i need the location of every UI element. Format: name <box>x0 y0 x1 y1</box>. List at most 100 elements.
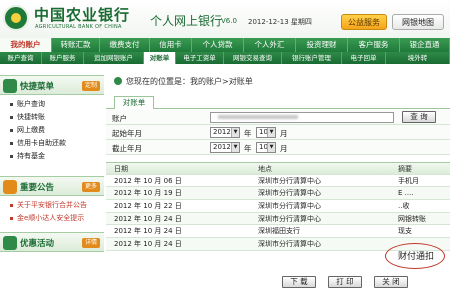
bank-name-en: AGRICULTURAL BANK OF CHINA <box>35 24 122 30</box>
cell-summary: ..收 <box>398 202 410 211</box>
gift-icon <box>3 236 17 250</box>
date-label: 2012-12-13 星期四 <box>248 18 312 26</box>
subnav-account-query[interactable]: 账户查询 <box>0 52 42 64</box>
subnav-e-receipt[interactable]: 电子回单 <box>342 52 386 64</box>
start-row: 起始年月 2012 ▼ 年 10 ▼ 月 <box>106 125 450 140</box>
col-summary: 摘要 <box>398 165 412 173</box>
month-unit: 月 <box>280 129 288 138</box>
notice-title: 重要公告 <box>20 183 55 193</box>
subnav-trade-query[interactable]: 网银交易查询 <box>224 52 282 64</box>
customize-button[interactable]: 定制 <box>81 81 100 91</box>
sitemap-button[interactable]: 网银地图 <box>392 14 444 30</box>
end-year-select[interactable]: 2012 ▼ <box>210 142 240 153</box>
cell-location: 深圳市分行清算中心 <box>258 176 321 185</box>
lightning-icon <box>3 79 17 93</box>
cell-date: 2012 年 10 月 06 日 <box>114 176 182 185</box>
cell-location: 深圳福田支行 <box>258 227 300 236</box>
subnav-account-service[interactable]: 账户服务 <box>42 52 84 64</box>
year-unit: 年 <box>244 144 252 153</box>
bank-name: 中国农业银行 <box>34 6 131 24</box>
chevron-down-icon: ▼ <box>267 128 275 137</box>
print-button[interactable]: 打 印 <box>328 276 362 288</box>
page-title: 个人网上银行 <box>150 14 223 28</box>
subnav-payslip[interactable]: 电子工资单 <box>176 52 224 64</box>
nav-loans[interactable]: 个人贷款 <box>192 38 244 52</box>
year-unit: 年 <box>244 129 252 138</box>
end-row: 截止年月 2012 ▼ 年 10 ▼ 月 <box>106 140 450 155</box>
cell-date: 2012 年 10 月 24 日 <box>114 214 182 223</box>
nav-payment[interactable]: 缴费支付 <box>100 38 150 52</box>
chevron-down-icon: ▼ <box>267 143 275 152</box>
promo-title: 优惠活动 <box>20 239 55 249</box>
masked-account <box>218 115 298 119</box>
subnav-bank-account-mgmt[interactable]: 银行账户管理 <box>282 52 342 64</box>
close-button[interactable]: 关 闭 <box>374 276 408 288</box>
statement-table: 日期 地点 摘要 2012 年 10 月 06 日 深圳市分行清算中心 手机月 … <box>106 162 450 251</box>
cell-location: 深圳市分行清算中心 <box>258 202 321 211</box>
table-row[interactable]: 2012 年 10 月 24 日 深圳市分行清算中心 网银转账 <box>106 212 450 226</box>
cell-date: 2012 年 10 月 24 日 <box>114 240 182 249</box>
main-content: 您现在的位置是：我的账户>对账单 对账单 账户 查 询 起始年月 2012 ▼ 年… <box>106 64 450 296</box>
promo-header: 优惠活动 详情 <box>0 232 104 252</box>
quick-item-funds[interactable]: 持有基金 <box>10 150 66 163</box>
notice-item[interactable]: 关于平安银行合并公告 <box>10 199 87 212</box>
details-button[interactable]: 详情 <box>81 238 100 248</box>
notice-item[interactable]: 金e顺小达人安全提示 <box>10 212 87 225</box>
cell-date: 2012 年 10 月 19 日 <box>114 189 182 198</box>
table-header: 日期 地点 摘要 <box>106 162 450 175</box>
download-button[interactable]: 下 载 <box>282 276 316 288</box>
nav-my-account[interactable]: 我的账户 <box>0 38 52 52</box>
subnav-overseas[interactable]: 境外转 <box>386 52 450 64</box>
sidebar: 快捷菜单 定制 账户查询 快捷转账 网上缴费 信用卡自助还款 持有基金 重要公告… <box>0 64 104 296</box>
sub-nav: 账户查询 账户服务 追加网银账户 对账单 电子工资单 网银交易查询 银行账户管理… <box>0 52 450 64</box>
quick-menu-header: 快捷菜单 定制 <box>0 75 104 95</box>
breadcrumb-text: 您现在的位置是：我的账户>对账单 <box>126 77 253 86</box>
quick-item-fast-transfer[interactable]: 快捷转账 <box>10 111 66 124</box>
chevron-down-icon: ▼ <box>231 128 239 137</box>
cell-location: 深圳市分行清算中心 <box>258 214 321 223</box>
col-date: 日期 <box>114 165 128 173</box>
cell-summary: 手机月 <box>398 176 419 185</box>
quick-menu-list: 账户查询 快捷转账 网上缴费 信用卡自助还款 持有基金 <box>10 98 66 163</box>
table-row[interactable]: 2012 年 10 月 24 日 深圳福田支行 现支 <box>106 225 450 239</box>
subnav-add-account[interactable]: 追加网银账户 <box>84 52 144 64</box>
tab-bar: 对账单 <box>106 96 450 109</box>
cell-location: 深圳市分行清算中心 <box>258 240 321 249</box>
abc-logo-icon <box>3 5 29 31</box>
nav-credit-card[interactable]: 信用卡 <box>150 38 192 52</box>
cell-summary: E .... <box>398 189 414 198</box>
table-row[interactable]: 2012 年 10 月 22 日 深圳市分行清算中心 ..收 <box>106 200 450 213</box>
header: 中国农业银行 AGRICULTURAL BANK OF CHINA 个人网上银行… <box>0 0 450 38</box>
chevron-down-icon: ▼ <box>231 143 239 152</box>
table-row[interactable]: 2012 年 10 月 06 日 深圳市分行清算中心 手机月 <box>106 175 450 188</box>
quick-item-account-query[interactable]: 账户查询 <box>10 98 66 111</box>
quick-menu-title: 快捷菜单 <box>20 82 55 92</box>
highlighted-summary: 财付通扣 <box>398 252 435 262</box>
nav-bank-enterprise[interactable]: 银企直通 <box>400 38 450 52</box>
query-button[interactable]: 查 询 <box>402 111 436 123</box>
quick-item-online-pay[interactable]: 网上缴费 <box>10 124 66 137</box>
notice-header: 重要公告 更多 <box>0 176 104 196</box>
more-button[interactable]: 更多 <box>81 182 100 192</box>
end-month-select[interactable]: 10 ▼ <box>256 142 276 153</box>
nav-service[interactable]: 客户服务 <box>348 38 400 52</box>
account-label: 账户 <box>112 114 127 123</box>
nav-invest[interactable]: 投资理财 <box>296 38 348 52</box>
location-icon <box>114 77 122 85</box>
nav-transfer[interactable]: 转账汇款 <box>52 38 100 52</box>
tab-statement[interactable]: 对账单 <box>114 96 154 109</box>
version-label: V6.0 <box>221 17 237 25</box>
breadcrumb: 您现在的位置是：我的账户>对账单 <box>106 74 450 88</box>
cell-location: 深圳市分行清算中心 <box>258 189 321 198</box>
megaphone-icon <box>3 180 17 194</box>
subnav-statement[interactable]: 对账单 <box>144 52 176 64</box>
quick-item-credit-repay[interactable]: 信用卡自助还款 <box>10 137 66 150</box>
account-row: 账户 查 询 <box>106 110 450 125</box>
start-month-select[interactable]: 10 ▼ <box>256 127 276 138</box>
nav-forex[interactable]: 个人外汇 <box>244 38 296 52</box>
table-row[interactable]: 2012 年 10 月 19 日 深圳市分行清算中心 E .... <box>106 187 450 201</box>
public-service-button[interactable]: 公益服务 <box>341 14 387 30</box>
notice-list: 关于平安银行合并公告 金e顺小达人安全提示 <box>10 199 87 225</box>
col-location: 地点 <box>258 165 272 173</box>
start-year-select[interactable]: 2012 ▼ <box>210 127 240 138</box>
